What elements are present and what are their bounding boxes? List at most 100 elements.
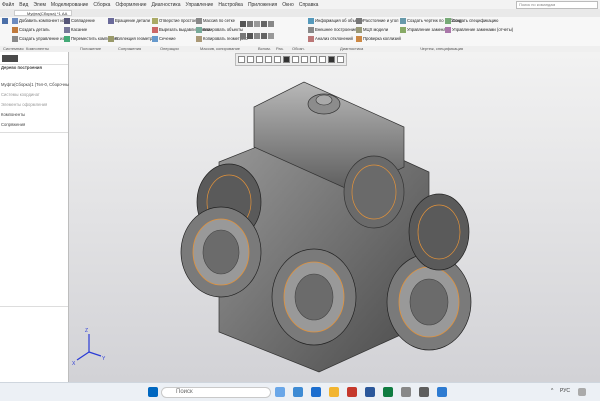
- tool-icon-grid-2[interactable]: [240, 33, 274, 39]
- divider: [0, 132, 68, 133]
- 3d-viewport[interactable]: Z X Y: [69, 52, 600, 382]
- mass-properties-button[interactable]: МЦХ модели: [356, 27, 388, 33]
- distance-icon: [356, 18, 362, 24]
- collision-icon: [356, 36, 362, 42]
- part-icon: [12, 27, 18, 33]
- external-build-button[interactable]: Внешнее построение: [308, 27, 357, 33]
- rotate-icon: [108, 18, 114, 24]
- browser-icon[interactable]: [293, 387, 303, 397]
- replace-icon: [400, 27, 406, 33]
- distance-angle-button[interactable]: Расстояние и угол: [356, 18, 399, 24]
- tool-icon: [247, 33, 253, 39]
- deviation-analysis-button[interactable]: Анализ отклонений: [308, 36, 353, 42]
- word-icon[interactable]: [365, 387, 375, 397]
- tree-item-coordinate-systems[interactable]: Системы координат: [0, 92, 40, 97]
- taskbar: Поиск ^ РУС: [0, 382, 600, 401]
- axis-z-label: Z: [85, 328, 88, 334]
- tool-icon: [268, 33, 274, 39]
- tree-item-mates[interactable]: Сопряжения: [0, 122, 25, 127]
- section-button[interactable]: Сечение: [152, 36, 176, 42]
- excel-icon[interactable]: [383, 387, 393, 397]
- mass-icon: [356, 27, 362, 33]
- tree-item-components[interactable]: Компоненты: [0, 112, 25, 117]
- menu-diagnostics[interactable]: Диагностика: [152, 2, 181, 8]
- section-icon: [152, 36, 158, 42]
- build-icon: [308, 27, 314, 33]
- language-indicator[interactable]: РУС: [560, 388, 570, 394]
- coincidence-icon: [64, 18, 70, 24]
- collection-icon: [108, 36, 114, 42]
- start-icon[interactable]: [148, 387, 158, 397]
- widgets-icon[interactable]: [275, 387, 285, 397]
- manage-replacements-reports-button[interactable]: Управление заменами (отчеты): [445, 27, 513, 33]
- port-front: [271, 248, 357, 346]
- menu-management[interactable]: Управление: [186, 2, 214, 8]
- menu-modeling[interactable]: Моделирование: [51, 2, 88, 8]
- tangency-button[interactable]: Касание: [64, 27, 87, 33]
- component-icon: [12, 18, 18, 24]
- add-component-button[interactable]: Добавить компонент из...: [12, 18, 68, 24]
- model-tree-panel: Дерево построения Муфта(Сборка)1 (Тел-0,…: [0, 52, 73, 382]
- actuator-bolt: [315, 94, 333, 106]
- tool-icon: [240, 33, 246, 39]
- specification-icon: [445, 18, 451, 24]
- system-icon: [2, 18, 8, 24]
- document-tabs: Муфта(Сборка) *1 АА: [0, 9, 600, 17]
- taskbar-search[interactable]: Поиск: [161, 387, 271, 398]
- menu-element[interactable]: Элем: [33, 2, 46, 8]
- copy-objects-button[interactable]: Копировать объекты: [196, 27, 243, 33]
- store-icon[interactable]: [311, 387, 321, 397]
- collision-check-button[interactable]: Проверка коллизий: [356, 36, 401, 42]
- app-icon[interactable]: [437, 387, 447, 397]
- create-specification-button[interactable]: Создать спецификацию: [445, 18, 498, 24]
- analysis-icon: [308, 36, 314, 42]
- motor-housing: [343, 155, 405, 229]
- tool-icon: [247, 21, 253, 27]
- create-control-button[interactable]: Создать управление из...: [12, 36, 68, 42]
- menu-file[interactable]: Файл: [2, 2, 14, 8]
- app-icon[interactable]: [347, 387, 357, 397]
- network-icon[interactable]: [578, 388, 586, 396]
- menu-help[interactable]: Справка: [299, 2, 319, 8]
- hole-icon: [152, 18, 158, 24]
- axis-x-label: X: [72, 361, 76, 367]
- tool-icon: [268, 21, 274, 27]
- tree-toolbar[interactable]: [2, 55, 18, 62]
- port-right-top: [408, 193, 470, 271]
- coincidence-button[interactable]: Совпадение: [64, 18, 95, 24]
- ribbon: Добавить компонент из... Создать деталь …: [0, 17, 600, 47]
- grid-array-button[interactable]: Массив по сетке: [196, 18, 235, 24]
- valve-model: Z X Y: [72, 81, 472, 373]
- create-part-button[interactable]: Создать деталь: [12, 27, 50, 33]
- tree-item-annotations[interactable]: Элементы оформления: [0, 102, 47, 107]
- menu-apps[interactable]: Приложения: [248, 2, 277, 8]
- menu-window[interactable]: Окно: [282, 2, 294, 8]
- control-icon: [12, 36, 18, 42]
- explorer-icon[interactable]: [329, 387, 339, 397]
- array-icon: [196, 18, 202, 24]
- geometry-collection-button[interactable]: Коллекция геометрии: [108, 36, 157, 42]
- divider: [0, 306, 68, 307]
- menu-bar: Файл Вид Элем Моделирование Сборка Оформ…: [0, 0, 600, 9]
- command-search-input[interactable]: Поиск по командам: [516, 0, 598, 9]
- menu-settings[interactable]: Настройка: [218, 2, 243, 8]
- app-icon[interactable]: [401, 387, 411, 397]
- tray-chevron-icon[interactable]: ^: [551, 388, 553, 394]
- coordinate-triad: Z X Y: [72, 328, 106, 367]
- tool-icon: [261, 33, 267, 39]
- kompas-icon[interactable]: [419, 387, 429, 397]
- manage-replacements-button[interactable]: Управление заменами: [400, 27, 451, 33]
- menu-assembly[interactable]: Сборка: [93, 2, 110, 8]
- tool-icon-grid[interactable]: [240, 21, 274, 27]
- tree-root-item[interactable]: Муфта(Сборка)1 (Тел-0, Сборочные): [0, 82, 73, 87]
- menu-view[interactable]: Вид: [19, 2, 28, 8]
- rotate-part-button[interactable]: Вращение детали: [108, 18, 150, 24]
- port-left: [180, 206, 262, 298]
- report-icon: [445, 27, 451, 33]
- menu-design[interactable]: Оформление: [115, 2, 146, 8]
- tool-icon: [254, 33, 260, 39]
- copy-geometry-icon: [196, 36, 202, 42]
- ribbon-sys-btn[interactable]: [2, 18, 8, 24]
- document-tab[interactable]: Муфта(Сборка) *1 АА: [14, 10, 72, 16]
- simple-hole-button[interactable]: Отверстие простое: [152, 18, 196, 24]
